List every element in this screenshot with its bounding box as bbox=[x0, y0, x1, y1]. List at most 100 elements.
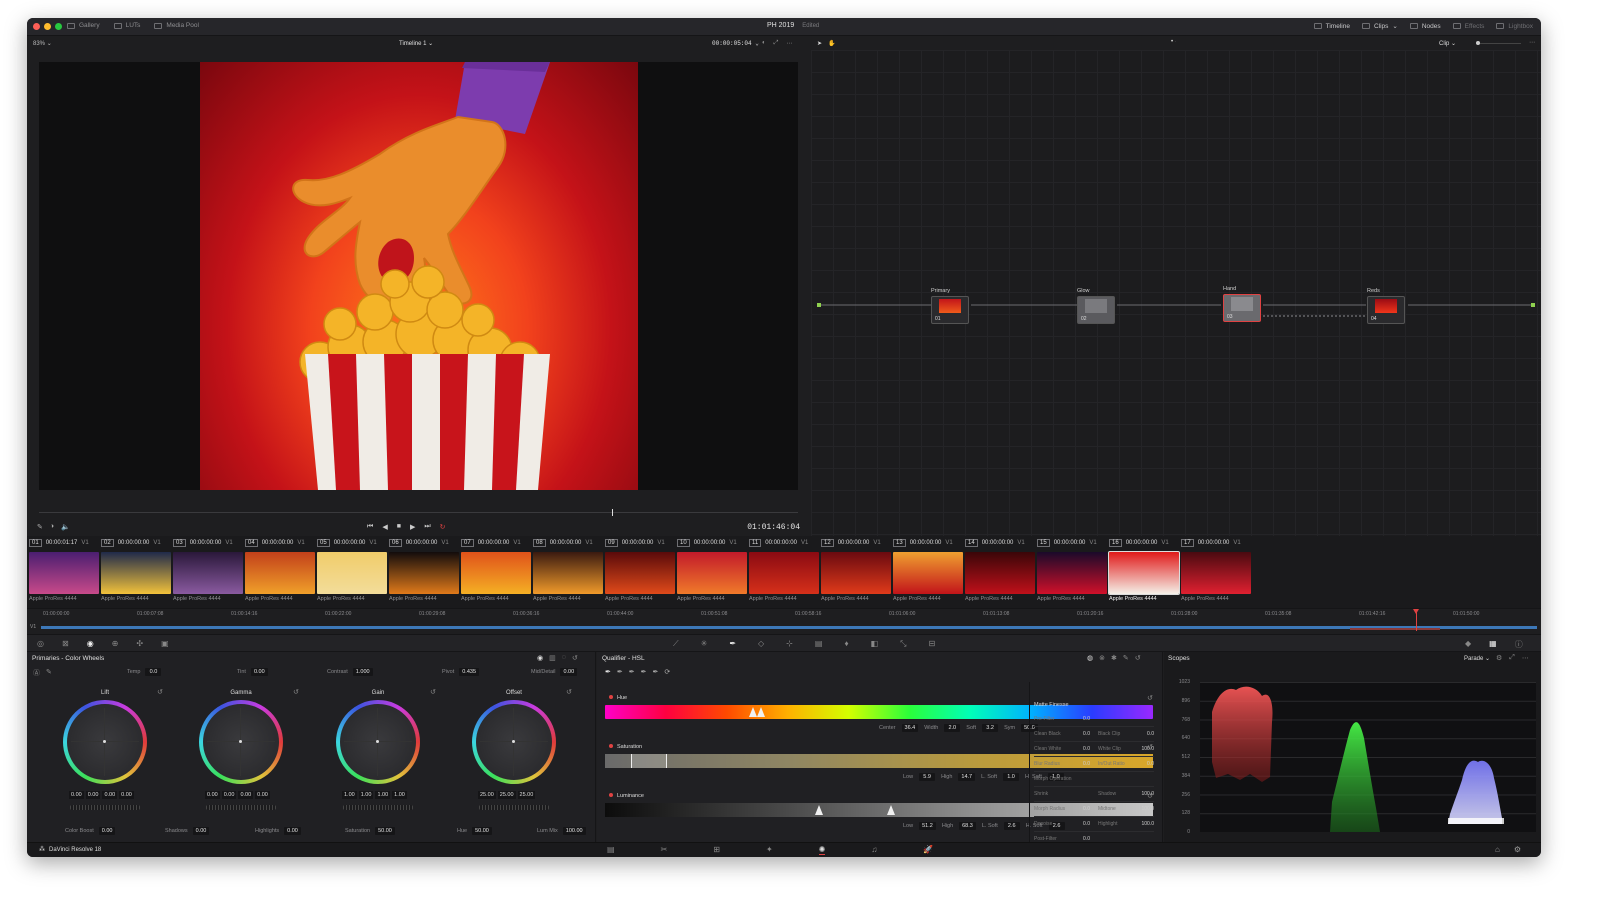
primaries-param[interactable]: Saturation 50.00 bbox=[345, 827, 395, 835]
cut-page-icon[interactable]: ✂ bbox=[661, 845, 668, 855]
feather-plus-icon[interactable]: ✒ bbox=[653, 668, 659, 676]
clip-info[interactable]: 10 00:00:00:00 V1 bbox=[677, 539, 737, 547]
param-value[interactable]: 50.00 bbox=[375, 827, 395, 835]
chevron-down-icon[interactable]: ⌄ bbox=[755, 40, 759, 47]
magic-mask-icon[interactable]: ▤ bbox=[815, 639, 823, 649]
loop-icon[interactable]: ↻ bbox=[440, 523, 446, 531]
play-icon[interactable]: ▶ bbox=[410, 523, 415, 531]
clips-toggle-button[interactable]: Clips ⌄ bbox=[1361, 22, 1398, 30]
reset-icon[interactable]: ↺ bbox=[430, 688, 436, 696]
primaries-param[interactable]: Highlights 0.00 bbox=[255, 827, 301, 835]
wheel-value[interactable]: 0.00 bbox=[205, 791, 220, 799]
go-to-start-icon[interactable]: ⏮ bbox=[367, 523, 373, 531]
clip-thumbnail[interactable] bbox=[1108, 551, 1180, 595]
picker-icon[interactable]: ✒ bbox=[605, 668, 611, 676]
clip-thumbnail[interactable] bbox=[461, 552, 531, 594]
minimize-window-button[interactable] bbox=[44, 23, 51, 30]
param-value[interactable]: 3.2 bbox=[982, 724, 999, 732]
picker-icon[interactable]: ✎ bbox=[37, 523, 43, 531]
wheel-value[interactable]: 0.00 bbox=[69, 791, 84, 799]
rgb-mixer-icon[interactable]: ✣ bbox=[136, 639, 143, 648]
3d-icon[interactable]: ⊟ bbox=[929, 639, 936, 649]
primaries-param[interactable]: Mid/Detail 0.00 bbox=[531, 668, 578, 676]
color-wheel[interactable] bbox=[199, 700, 283, 784]
key-icon[interactable]: ◧ bbox=[871, 639, 879, 649]
primaries-param[interactable]: Hue 50.00 bbox=[457, 827, 492, 835]
param-value[interactable]: 2.6 bbox=[1003, 822, 1020, 830]
clip-thumbnail[interactable] bbox=[821, 552, 891, 594]
clip-info[interactable]: 09 00:00:00:00 V1 bbox=[605, 539, 665, 547]
param-value[interactable]: 0.00 bbox=[98, 827, 116, 835]
param-value[interactable]: 0.00 bbox=[284, 827, 301, 835]
param-value[interactable]: 5.9 bbox=[919, 773, 936, 781]
clip-info[interactable]: 04 00:00:00:00 V1 bbox=[245, 539, 305, 547]
param-value[interactable]: 51.2 bbox=[919, 822, 936, 830]
color-page-icon[interactable]: ✺ bbox=[818, 845, 826, 855]
clip-thumbnail[interactable] bbox=[605, 552, 675, 594]
wheel-puck[interactable] bbox=[376, 740, 379, 743]
picker-icon[interactable]: ✎ bbox=[46, 668, 52, 678]
primaries-mode-icon[interactable]: ◉ bbox=[537, 654, 543, 662]
wheel-value[interactable]: 0.00 bbox=[238, 791, 254, 799]
info-icon[interactable]: ⓘ bbox=[1515, 639, 1523, 650]
scopes-icon[interactable]: ▦ bbox=[1489, 639, 1497, 650]
viewer-scrubber[interactable] bbox=[39, 509, 798, 516]
clip-info[interactable]: 17 00:00:00:00 V1 bbox=[1181, 539, 1241, 547]
tracker-icon[interactable]: ⊹ bbox=[786, 639, 793, 649]
gallery-button[interactable]: Gallery bbox=[67, 22, 100, 29]
param-value[interactable]: 50.00 bbox=[472, 827, 492, 835]
wheel-value[interactable]: 25.00 bbox=[517, 791, 536, 799]
clip-info[interactable]: 11 00:00:00:00 V1 bbox=[749, 539, 808, 547]
clip-thumbnail[interactable] bbox=[893, 552, 963, 594]
zoom-dropdown[interactable]: 83% ⌄ bbox=[33, 40, 52, 47]
rgb-mode-icon[interactable]: ⊗ bbox=[1099, 654, 1105, 662]
master-wheel[interactable] bbox=[70, 805, 140, 810]
param-value[interactable]: 68.3 bbox=[959, 822, 976, 830]
bars-mode-icon[interactable]: ▥ bbox=[549, 654, 556, 662]
master-wheel[interactable] bbox=[479, 805, 549, 810]
media-pool-button[interactable]: Media Pool bbox=[154, 22, 199, 29]
timeline-dropdown[interactable]: Timeline 1 ⌄ bbox=[399, 40, 433, 47]
clip-info[interactable]: 14 00:00:00:00 V1 bbox=[965, 539, 1025, 547]
primaries-param[interactable]: Temp 0.0 bbox=[127, 668, 162, 676]
wheel-value[interactable]: 0.00 bbox=[221, 791, 237, 799]
timeline-toggle-button[interactable]: Timeline bbox=[1313, 22, 1350, 30]
hdr-wheels-icon[interactable]: ⊕ bbox=[112, 639, 119, 648]
matte-param[interactable]: Shadow 100.0 bbox=[1098, 791, 1154, 797]
param-value[interactable]: 36.4 bbox=[901, 724, 919, 732]
hue-enable-icon[interactable] bbox=[609, 695, 613, 699]
node-body[interactable]: 01 bbox=[931, 296, 969, 324]
clip-info[interactable]: 07 00:00:00:00 V1 bbox=[461, 539, 521, 547]
matte-param[interactable]: Black Clip 0.0 bbox=[1098, 731, 1154, 737]
clip-thumbnail[interactable] bbox=[29, 552, 99, 594]
matte-param[interactable]: Midtone 100.0 bbox=[1098, 806, 1154, 812]
param-value[interactable]: 0.00 bbox=[560, 668, 578, 676]
clip-info[interactable]: 13 00:00:00:00 V1 bbox=[893, 539, 953, 547]
clip-info[interactable]: 01 00:00:01:17 V1 bbox=[29, 539, 89, 547]
video-track-bar[interactable] bbox=[41, 626, 1537, 629]
clip-info[interactable]: 12 00:00:00:00 V1 bbox=[821, 539, 881, 547]
color-wheel[interactable] bbox=[472, 700, 556, 784]
wheel-value[interactable]: 0.00 bbox=[119, 791, 134, 799]
primaries-param[interactable]: Color Boost 0.00 bbox=[65, 827, 116, 835]
master-wheel[interactable] bbox=[343, 805, 413, 810]
param-value[interactable]: 1.000 bbox=[352, 668, 373, 676]
log-mode-icon[interactable]: ◌ bbox=[562, 654, 566, 662]
keyframes-icon[interactable]: ◆ bbox=[1465, 639, 1471, 650]
clip-info[interactable]: 03 00:00:00:00 V1 bbox=[173, 539, 233, 547]
matte-param[interactable]: Morph Operation bbox=[1034, 776, 1090, 782]
hue-handle-high[interactable] bbox=[757, 707, 765, 717]
luts-button[interactable]: LUTs bbox=[113, 22, 140, 29]
highlight-icon[interactable]: ◐ bbox=[762, 40, 766, 47]
param-value[interactable]: 14.7 bbox=[958, 773, 976, 781]
param-value[interactable]: 0.0 bbox=[145, 668, 162, 676]
param-value[interactable]: 0.435 bbox=[459, 668, 479, 676]
expand-icon[interactable]: ⤢ bbox=[1509, 654, 1515, 662]
reset-icon[interactable]: ↺ bbox=[572, 654, 578, 662]
wheel-value[interactable]: 1.00 bbox=[358, 791, 374, 799]
wheel-puck[interactable] bbox=[239, 740, 242, 743]
3d-mode-icon[interactable]: ✎ bbox=[1123, 654, 1129, 662]
param-value[interactable]: 2.0 bbox=[944, 724, 961, 732]
node-primary[interactable]: Primary 01 bbox=[931, 288, 971, 324]
reset-icon[interactable]: ↺ bbox=[1135, 654, 1141, 662]
